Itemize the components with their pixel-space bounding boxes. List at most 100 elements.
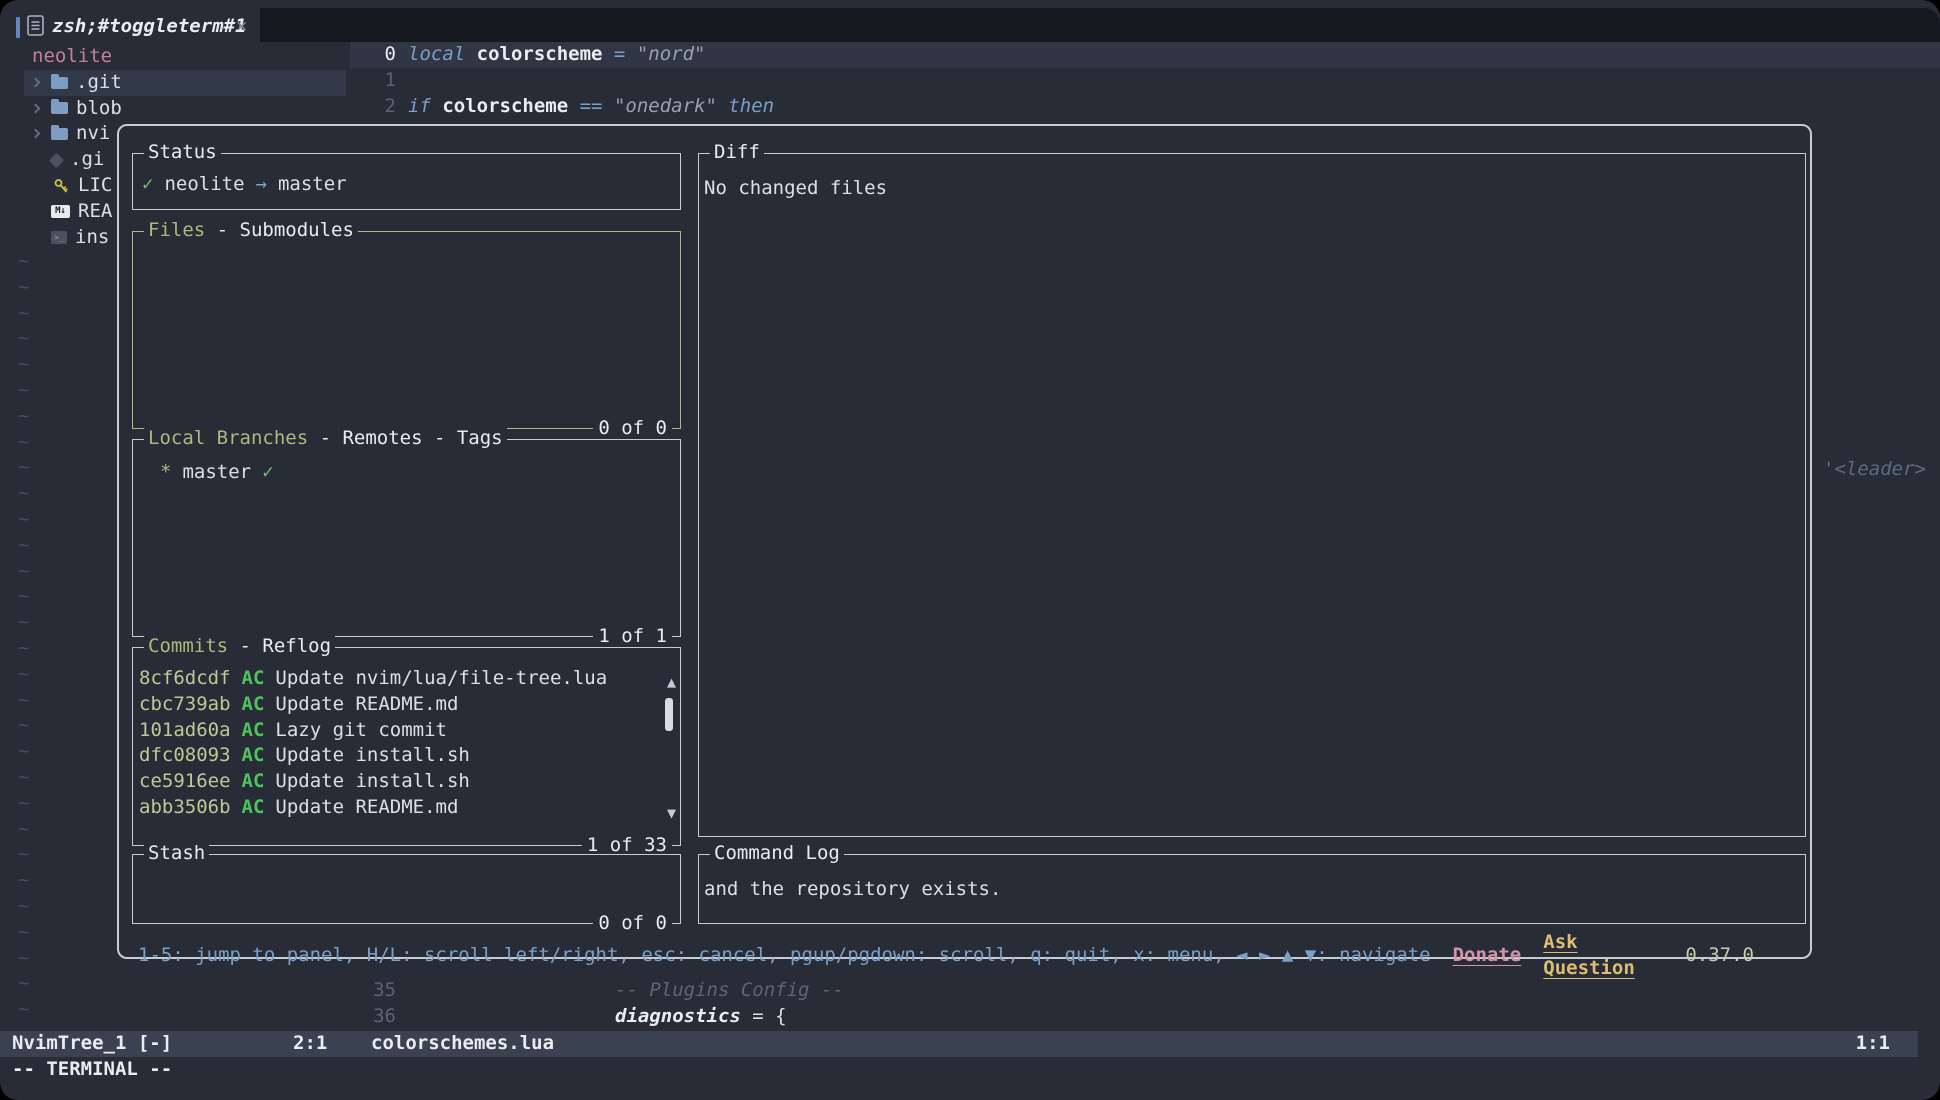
tab-accent-bar	[16, 17, 20, 38]
statusline-position-right: 1:1	[1856, 1031, 1890, 1057]
tree-root-label: neolite	[24, 44, 346, 70]
chevron-right-icon	[32, 96, 44, 122]
statusline-buffer: NvimTree_1 [-]	[12, 1031, 172, 1057]
commit-author-initials: AC	[242, 795, 265, 821]
commit-hash: ce5916ee	[139, 769, 231, 795]
files-panel[interactable]: Files - Submodules 0 of 0	[132, 231, 681, 429]
tree-item-blob[interactable]: blob	[24, 96, 346, 122]
check-icon: ✓	[262, 460, 273, 486]
status-panel-title: Status	[144, 140, 221, 166]
chevron-right-icon	[32, 70, 44, 96]
folder-icon	[51, 128, 68, 140]
stash-panel[interactable]: Stash 0 of 0	[132, 854, 681, 924]
commit-row[interactable]: 8cf6dcdfACUpdate nvim/lua/file-tree.lua	[133, 666, 680, 692]
donate-link[interactable]: Donate	[1453, 943, 1522, 969]
commit-hash: dfc08093	[139, 743, 231, 769]
commit-row[interactable]: abb3506b AC Update README.md	[133, 795, 680, 821]
empty-line-tildes: ~~~~~~~~~~~~~~~~~~~~~~~~~~~~~~	[18, 249, 29, 1023]
scrollbar-thumb[interactable]	[665, 698, 673, 731]
tree-item-label: .git	[76, 70, 122, 96]
command-log-panel[interactable]: Command Log and the repository exists.	[698, 854, 1806, 924]
branches-panel-title[interactable]: Local Branches	[148, 427, 308, 449]
files-panel-title[interactable]: Files	[148, 219, 205, 241]
line-number: 1	[350, 68, 396, 94]
status-panel[interactable]: Status ✓neolite→master	[132, 153, 681, 210]
scroll-down-icon[interactable]: ▼	[667, 806, 676, 821]
commit-message: Update install.sh	[275, 769, 469, 795]
editor-code-bottom[interactable]: 35-- Plugins Config --36diagnostics = {	[350, 978, 1940, 1030]
mode-indicator: -- TERMINAL --	[12, 1057, 172, 1083]
tabline	[260, 8, 1940, 42]
tab-title[interactable]: zsh;#toggleterm#1	[52, 14, 246, 40]
commit-hash: 8cf6dcdf	[139, 666, 231, 692]
git-icon	[49, 152, 65, 168]
files-panel-subtitle[interactable]: - Submodules	[205, 219, 354, 241]
tree-item-label: REA	[78, 199, 112, 225]
scroll-up-icon[interactable]: ▲	[667, 675, 676, 690]
current-branch-marker: *	[160, 460, 171, 486]
tree-item-label: ins	[75, 225, 109, 251]
ask-question-link[interactable]: Ask Question	[1543, 930, 1671, 982]
commit-list: 8cf6dcdfACUpdate nvim/lua/file-tree.luac…	[133, 648, 680, 821]
key-icon	[51, 178, 70, 194]
tree-item-label: .gi	[70, 147, 104, 173]
line-number: 2	[350, 94, 396, 120]
branch-name: master	[182, 460, 251, 486]
line-number: 36	[350, 1004, 396, 1030]
tree-item-git[interactable]: .git	[24, 70, 346, 96]
version-label: 0.37.0	[1685, 943, 1754, 969]
tree-item-label: nvi	[76, 121, 110, 147]
tree-item-label: LIC	[78, 173, 112, 199]
commit-hash: cbc739ab	[139, 692, 231, 718]
commit-message: Update README.md	[275, 795, 458, 821]
command-log-content: and the repository exists.	[699, 855, 1805, 903]
commit-message: Lazy git commit	[275, 718, 447, 744]
code-line: 36diagnostics = {	[350, 1004, 1940, 1030]
line-number: 0	[350, 42, 396, 68]
terminal-icon: >_	[51, 231, 67, 244]
file-icon	[27, 15, 44, 44]
commit-message: Update install.sh	[275, 743, 469, 769]
branch-name: master	[278, 172, 347, 198]
chevron-right-icon	[32, 121, 44, 147]
tab-close-button[interactable]: ×	[236, 14, 247, 40]
leader-pending-hint: '<leader>	[1823, 457, 1926, 483]
diff-panel-title: Diff	[710, 140, 764, 166]
lazygit-footer: 1-5: jump to panel, H/L: scroll left/rig…	[138, 930, 1754, 982]
lazygit-window: Status ✓ neolite → master Files - Submodule…	[117, 124, 1812, 959]
statusline: NvimTree_1 [-] 2:1 colorschemes.lua 1:1	[0, 1031, 1918, 1057]
commit-author-initials: AC	[242, 718, 265, 744]
line-number: 35	[350, 978, 396, 1004]
branches-panel-subtitle[interactable]: - Remotes - Tags	[308, 427, 502, 449]
commit-row[interactable]: dfc08093 AC Update install.sh	[133, 743, 680, 769]
diff-panel[interactable]: Diff No changed files	[698, 153, 1806, 837]
commit-author-initials: AC	[242, 666, 265, 692]
commit-hash: abb3506b	[139, 795, 231, 821]
tree-item-label: blob	[76, 96, 122, 122]
commits-panel-subtitle[interactable]: - Reflog	[228, 635, 331, 657]
commit-row[interactable]: ce5916ee AC Update install.sh	[133, 769, 680, 795]
folder-icon	[51, 102, 68, 114]
commit-row[interactable]: cbc739ab AC Update README.md	[133, 692, 680, 718]
arrow-right-icon: →	[256, 172, 267, 198]
statusline-position-left: 2:1	[293, 1031, 327, 1057]
commits-panel[interactable]: Commits - Reflog 8cf6dcdfACUpdate nvim/l…	[132, 647, 681, 846]
commit-message: Update README.md	[275, 692, 458, 718]
stash-panel-title: Stash	[144, 841, 209, 867]
commits-panel-title[interactable]: Commits	[148, 635, 228, 657]
branches-panel[interactable]: Local Branches - Remotes - Tags *master✓…	[132, 439, 681, 637]
code-line: 0local colorscheme = "nord"	[350, 42, 1940, 68]
commit-author-initials: AC	[242, 769, 265, 795]
check-icon: ✓	[142, 172, 153, 198]
editor-code-top[interactable]: 0local colorscheme = "nord"12if colorsch…	[350, 42, 1940, 119]
repo-name: neolite	[164, 172, 244, 198]
commit-row[interactable]: 101ad60aACLazy git commit	[133, 718, 680, 744]
app-window: zsh;#toggleterm#1 × neolite .gitblobnvi.…	[0, 0, 1940, 1100]
keybindings-help: 1-5: jump to panel, H/L: scroll left/rig…	[138, 943, 1431, 969]
commit-author-initials: AC	[242, 692, 265, 718]
commit-author-initials: AC	[242, 743, 265, 769]
command-log-title: Command Log	[710, 841, 844, 867]
code-line: 35-- Plugins Config --	[350, 978, 1940, 1004]
code-line: 2if colorscheme == "onedark" then	[350, 94, 1940, 120]
markdown-icon: M↓	[51, 205, 70, 218]
